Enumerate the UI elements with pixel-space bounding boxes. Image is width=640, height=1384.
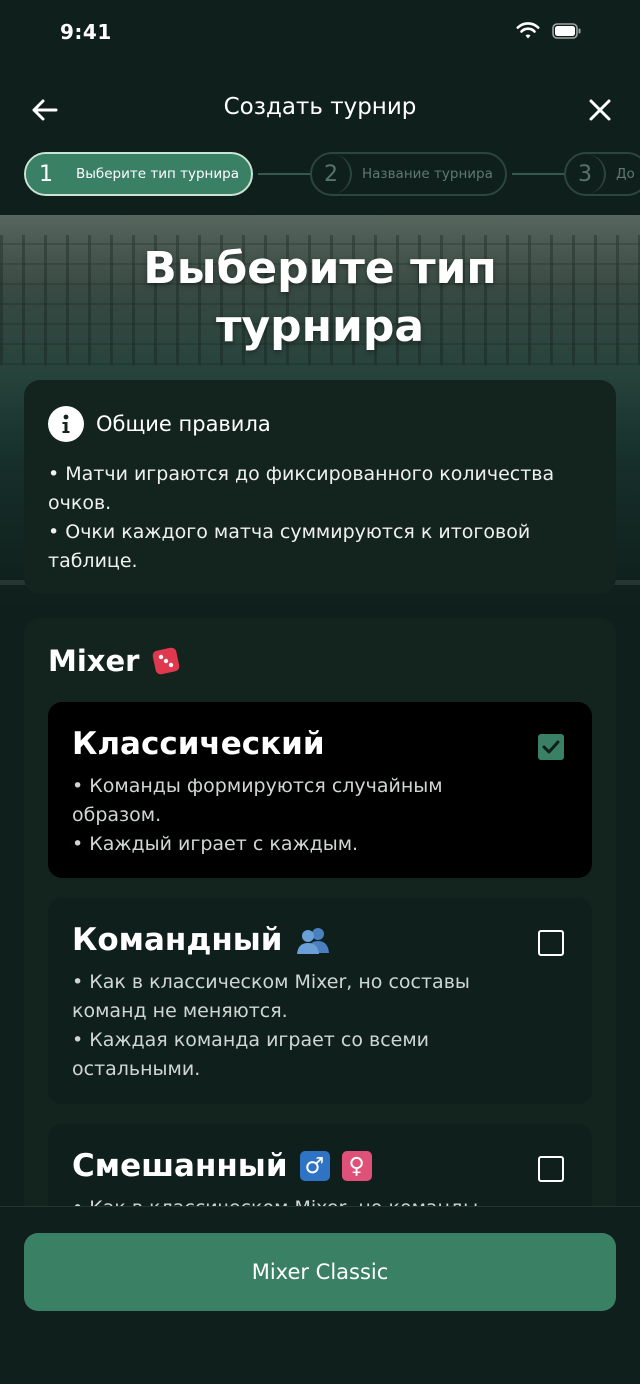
option-desc-line: команд не меняются. — [72, 1000, 288, 1022]
rules-line: очков. — [48, 492, 112, 514]
option-classic[interactable]: Классический • Команды формируются случа… — [48, 702, 592, 878]
close-button[interactable] — [580, 90, 620, 130]
step-label: Выберите тип турнира — [76, 166, 239, 182]
option-desc-line: остальными. — [72, 1058, 201, 1080]
info-icon — [48, 406, 84, 442]
mixer-title-text: Mixer — [48, 644, 140, 678]
step-number: 3 — [566, 154, 606, 194]
step-label: Название турнира — [362, 166, 493, 182]
male-sign-icon: ♂ — [299, 1151, 330, 1181]
option-desc-line: • Каждая команда играет со всеми — [72, 1029, 430, 1051]
rules-line: таблице. — [48, 550, 138, 572]
status-icons — [516, 22, 582, 40]
screen: 9:41 Создать турнир 1 Выберите тип турни… — [0, 0, 640, 1384]
option-title-text: Командный — [72, 922, 283, 958]
option-title-text: Классический — [72, 726, 325, 762]
bottom-bar: Mixer Classic — [0, 1206, 640, 1384]
step-label: До — [616, 166, 635, 182]
rules-line: • Очки каждого матча суммируются к итого… — [48, 521, 531, 543]
page-heading-line2: турнира — [215, 301, 425, 352]
female-sign-icon: ♀ — [341, 1151, 372, 1181]
stepper: 1 Выберите тип турнира 2 Название турнир… — [0, 150, 640, 198]
page-heading: Выберите тип турнира — [60, 240, 580, 356]
status-time: 9:41 — [60, 20, 112, 44]
step-2[interactable]: 2 Название турнира — [310, 152, 507, 196]
rules-title: Общие правила — [96, 412, 271, 436]
option-title-text: Смешанный — [72, 1148, 288, 1184]
option-description: • Команды формируются случайным образом.… — [72, 772, 568, 859]
step-1[interactable]: 1 Выберите тип турнира — [24, 152, 253, 196]
mixer-title: Mixer — [48, 644, 181, 678]
mixer-section: Mixer Классический • Команды формируются… — [24, 618, 616, 1284]
option-title: Классический — [72, 726, 568, 762]
option-description: • Как в классическом Mixer, но составы к… — [72, 968, 568, 1084]
close-icon — [589, 99, 611, 121]
dice-icon — [153, 647, 180, 675]
header: Создать турнир — [0, 80, 640, 140]
step-connector — [258, 173, 312, 175]
option-desc-line: • Команды формируются случайным — [72, 775, 443, 797]
status-bar: 9:41 — [0, 0, 640, 70]
option-title: Смешанный ♂ ♀ — [72, 1148, 568, 1184]
page-heading-line1: Выберите тип — [143, 243, 497, 294]
step-number: 2 — [312, 154, 352, 194]
header-title: Создать турнир — [223, 94, 417, 120]
rules-card: Общие правила • Матчи играются до фиксир… — [24, 380, 616, 594]
option-title: Командный — [72, 922, 568, 958]
battery-icon — [552, 23, 581, 39]
continue-button[interactable]: Mixer Classic — [24, 1233, 616, 1311]
option-desc-line: образом. — [72, 804, 162, 826]
rules-body: • Матчи играются до фиксированного колич… — [48, 460, 592, 576]
step-3[interactable]: 3 До — [564, 152, 640, 196]
option-checkbox[interactable] — [538, 1156, 564, 1182]
option-desc-line: • Каждый играет с каждым. — [72, 833, 359, 855]
option-checkbox[interactable] — [538, 734, 564, 760]
option-checkbox[interactable] — [538, 930, 564, 956]
step-connector — [512, 173, 566, 175]
people-icon — [296, 928, 329, 954]
rules-header: Общие правила — [48, 406, 592, 442]
step-number: 1 — [26, 154, 66, 194]
option-team[interactable]: Командный • Как в классическом Mixer, но… — [48, 898, 592, 1104]
rules-line: • Матчи играются до фиксированного колич… — [48, 463, 555, 485]
option-desc-line: • Как в классическом Mixer, но составы — [72, 971, 470, 993]
wifi-icon — [516, 22, 540, 39]
checkmark-icon — [542, 740, 560, 754]
